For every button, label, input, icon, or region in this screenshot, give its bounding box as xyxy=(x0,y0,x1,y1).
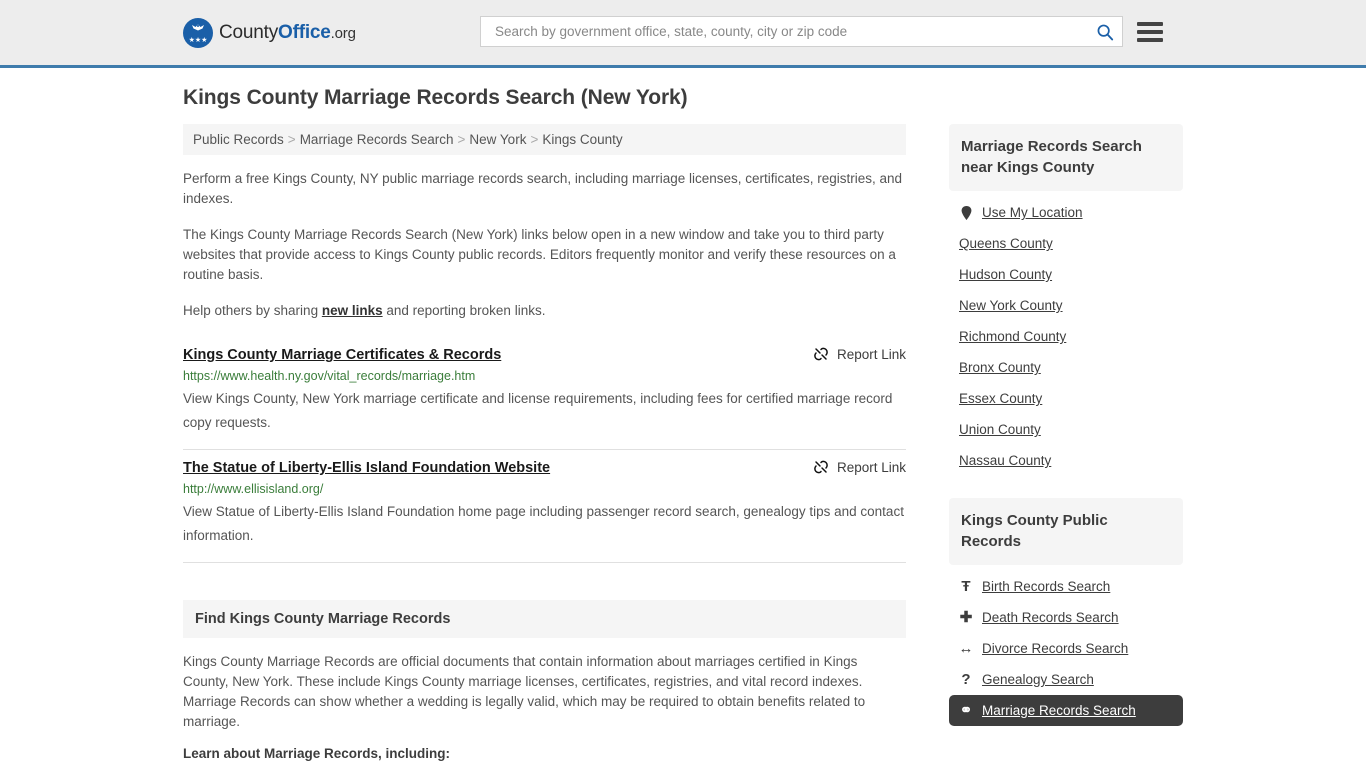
breadcrumb-separator: > xyxy=(287,132,296,147)
sidebar-item-birth-records-search[interactable]: Ŧ Birth Records Search xyxy=(949,571,1183,602)
cross-icon: ✚ xyxy=(959,609,973,626)
sidebar-link-label[interactable]: Hudson County xyxy=(959,267,1052,282)
sidebar-link-label[interactable]: New York County xyxy=(959,298,1063,313)
broken-link-icon xyxy=(814,347,828,361)
breadcrumb: Public Records > Marriage Records Search > N… xyxy=(183,124,906,155)
share-text-after: and reporting broken links. xyxy=(382,303,546,318)
breadcrumb-separator: > xyxy=(530,132,539,147)
breadcrumb-separator: > xyxy=(457,132,466,147)
find-records-paragraph: Kings County Marriage Records are offici… xyxy=(183,654,866,729)
sidebar-item-marriage-records-search[interactable]: ⚭ Marriage Records Search xyxy=(949,695,1183,726)
sidebar-item-genealogy-search[interactable]: ? Genealogy Search xyxy=(949,664,1183,695)
breadcrumb-item-new-york[interactable]: New York xyxy=(469,132,526,147)
stars-icon: ★★★ xyxy=(188,36,208,44)
result-url: http://www.ellisisland.org/ xyxy=(183,482,324,496)
sidebar-link-label[interactable]: Essex County xyxy=(959,391,1042,406)
share-text-before: Help others by sharing xyxy=(183,303,322,318)
result-description: View Kings County, New York marriage cer… xyxy=(183,391,893,430)
sidebar-item-union-county[interactable]: Union County xyxy=(949,414,1183,445)
result-item: The Statue of Liberty-Ellis Island Found… xyxy=(183,450,906,563)
logo-wordmark: CountyOffice.org xyxy=(219,21,356,43)
sidebar: Marriage Records Search near Kings Count… xyxy=(949,124,1183,748)
report-link-label: Report Link xyxy=(836,459,906,475)
find-records-body: Kings County Marriage Records are offici… xyxy=(183,638,906,768)
find-records-heading: Find Kings County Marriage Records xyxy=(183,600,906,638)
map-pin-icon xyxy=(959,205,973,220)
breadcrumb-item-marriage-records-search[interactable]: Marriage Records Search xyxy=(300,132,454,147)
sidebar-link-label[interactable]: Union County xyxy=(959,422,1041,437)
result-item: Kings County Marriage Certificates & Rec… xyxy=(183,337,906,450)
sidebar-link-label[interactable]: Divorce Records Search xyxy=(982,641,1128,656)
report-link-button[interactable]: Report Link xyxy=(795,459,906,475)
sidebar-item-nassau-county[interactable]: Nassau County xyxy=(949,445,1183,476)
sidebar-link-label[interactable]: Nassau County xyxy=(959,453,1051,468)
header-search-zone xyxy=(480,16,1163,47)
sidebar-link-label[interactable]: Richmond County xyxy=(959,329,1066,344)
countyoffice-logo-icon: ★★★ xyxy=(183,17,213,48)
page-title: Kings County Marriage Records Search (Ne… xyxy=(183,86,688,109)
sidebar-public-records-list: Ŧ Birth Records Search ✚ Death Records S… xyxy=(949,565,1183,726)
sidebar-link-label[interactable]: Birth Records Search xyxy=(982,579,1110,594)
report-link-label: Report Link xyxy=(836,346,906,362)
sidebar-item-essex-county[interactable]: Essex County xyxy=(949,383,1183,414)
sidebar-link-label[interactable]: Use My Location xyxy=(982,205,1083,220)
sidebar-public-records-heading: Kings County Public Records xyxy=(949,498,1183,565)
site-logo[interactable]: ★★★ CountyOffice.org xyxy=(183,17,356,48)
search-input[interactable] xyxy=(493,23,1096,40)
sidebar-item-richmond-county[interactable]: Richmond County xyxy=(949,321,1183,352)
question-mark-icon: ? xyxy=(961,671,971,688)
sidebar-item-bronx-county[interactable]: Bronx County xyxy=(949,352,1183,383)
result-title-link[interactable]: The Statue of Liberty-Ellis Island Found… xyxy=(183,458,550,478)
sidebar-item-new-york-county[interactable]: New York County xyxy=(949,290,1183,321)
report-link-button[interactable]: Report Link xyxy=(795,346,906,362)
sidebar-link-label[interactable]: Genealogy Search xyxy=(982,672,1094,687)
breadcrumb-item-kings-county[interactable]: Kings County xyxy=(542,132,622,147)
baby-icon: Ŧ xyxy=(961,578,971,595)
search-icon[interactable] xyxy=(1096,23,1114,41)
search-box[interactable] xyxy=(480,16,1123,47)
sidebar-link-label[interactable]: Bronx County xyxy=(959,360,1041,375)
new-links-link[interactable]: new links xyxy=(322,303,383,318)
intro-paragraph-3: Help others by sharing new links and rep… xyxy=(183,301,906,321)
main-content: Public Records > Marriage Records Search > N… xyxy=(183,124,906,768)
sidebar-item-use-my-location[interactable]: Use My Location xyxy=(949,197,1183,228)
sidebar-item-hudson-county[interactable]: Hudson County xyxy=(949,259,1183,290)
sidebar-link-label[interactable]: Death Records Search xyxy=(982,610,1119,625)
divorce-arrows-icon: ↔ xyxy=(958,640,974,657)
sidebar-item-divorce-records-search[interactable]: ↔ Divorce Records Search xyxy=(949,633,1183,664)
sidebar-link-label[interactable]: Queens County xyxy=(959,236,1053,251)
marriage-rings-icon: ⚭ xyxy=(959,702,973,719)
sidebar-nearby-list: Use My Location Queens County Hudson Cou… xyxy=(949,191,1183,476)
eagle-icon xyxy=(192,24,204,30)
hamburger-bar xyxy=(1137,37,1163,42)
broken-link-icon xyxy=(814,460,828,474)
page-container: Kings County Marriage Records Search (Ne… xyxy=(183,68,1183,768)
hamburger-bar xyxy=(1137,21,1163,26)
sidebar-item-death-records-search[interactable]: ✚ Death Records Search xyxy=(949,602,1183,633)
intro-paragraph-2: The Kings County Marriage Records Search… xyxy=(183,227,896,282)
menu-hamburger-icon[interactable] xyxy=(1137,21,1163,42)
intro-paragraph-1: Perform a free Kings County, NY public m… xyxy=(183,171,903,206)
result-title-link[interactable]: Kings County Marriage Certificates & Rec… xyxy=(183,345,501,365)
breadcrumb-item-public-records[interactable]: Public Records xyxy=(193,132,284,147)
result-url: https://www.health.ny.gov/vital_records/… xyxy=(183,369,476,383)
sidebar-link-label[interactable]: Marriage Records Search xyxy=(982,703,1136,718)
sidebar-nearby-heading: Marriage Records Search near Kings Count… xyxy=(949,124,1183,191)
sidebar-card-public-records: Kings County Public Records Ŧ Birth Reco… xyxy=(949,498,1183,726)
sidebar-card-nearby: Marriage Records Search near Kings Count… xyxy=(949,124,1183,476)
sidebar-item-queens-county[interactable]: Queens County xyxy=(949,228,1183,259)
site-header: ★★★ CountyOffice.org xyxy=(0,0,1366,68)
result-description: View Statue of Liberty-Ellis Island Foun… xyxy=(183,504,904,543)
hamburger-bar xyxy=(1137,29,1163,34)
learn-about-lead-in: Learn about Marriage Records, including: xyxy=(183,746,451,761)
